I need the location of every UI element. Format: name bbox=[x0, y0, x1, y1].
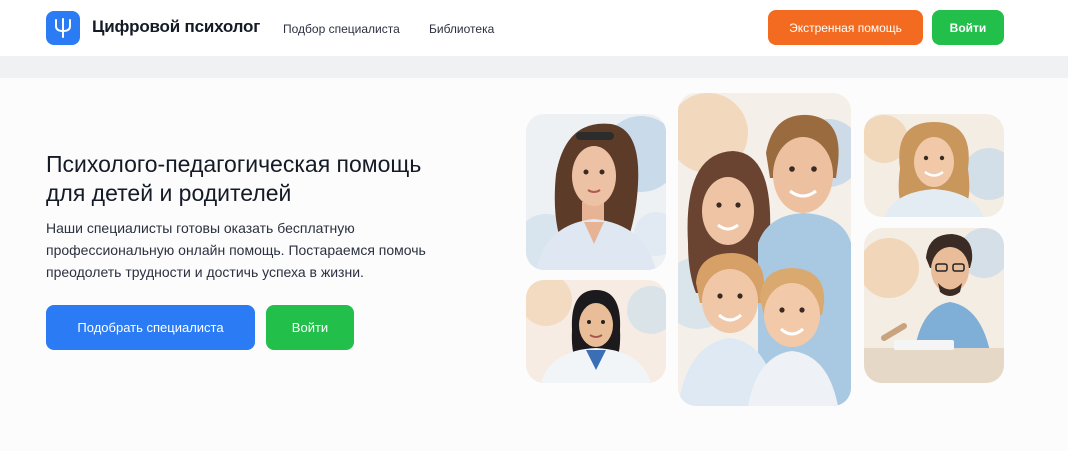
hero-title: Психолого-педагогическая помощь для дете… bbox=[46, 151, 422, 206]
photo-man-with-glasses-at-desk bbox=[864, 228, 1004, 383]
find-specialist-button[interactable]: Подобрать специалиста bbox=[46, 305, 255, 350]
emergency-help-button[interactable]: Экстренная помощь bbox=[768, 10, 923, 45]
hero-description: Наши специалисты готовы оказать бесплатн… bbox=[46, 220, 426, 280]
header-login-button[interactable]: Войти bbox=[932, 10, 1004, 45]
nav-link-find-specialist[interactable]: Подбор специалиста bbox=[283, 22, 400, 36]
hero-login-button[interactable]: Войти bbox=[266, 305, 354, 350]
brand-name[interactable]: Цифровой психолог bbox=[92, 17, 260, 37]
trident-psi-icon bbox=[55, 18, 71, 38]
nav-link-library[interactable]: Библиотека bbox=[429, 22, 494, 36]
photo-smiling-woman bbox=[864, 114, 1004, 217]
photo-woman-with-sunglasses bbox=[526, 114, 666, 270]
header-divider-band bbox=[0, 56, 1068, 78]
photo-female-doctor bbox=[526, 280, 666, 383]
logo[interactable] bbox=[46, 11, 80, 45]
photo-family bbox=[678, 93, 851, 406]
site-header: Цифровой психолог Подбор специалиста Биб… bbox=[0, 0, 1068, 56]
